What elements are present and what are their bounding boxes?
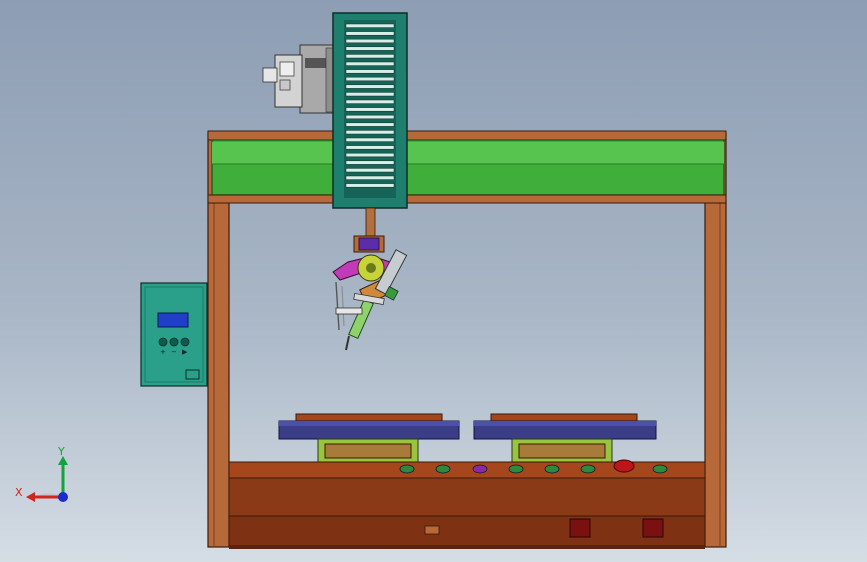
vent-slot [345,92,395,97]
axis-triad: Y X [15,445,68,502]
work-tray-left [278,413,460,463]
control-button-run[interactable] [180,337,190,347]
axis-x-label: X [15,486,23,499]
vent-slot [345,130,395,135]
vent-slot [345,54,395,59]
vent-slot [345,23,395,28]
control-label-minus: − [171,348,177,356]
operator-button[interactable] [580,464,596,474]
soldering-head-assembly [332,249,408,351]
z-axis-carriage [332,12,408,209]
operator-button[interactable] [472,464,488,474]
operator-button[interactable] [652,464,668,474]
axis-y-label: Y [57,445,65,458]
vent-slot [345,168,395,173]
operator-button[interactable] [435,464,451,474]
vent-slot [345,76,395,82]
vent-slot [345,38,395,44]
base-cabinet [228,461,706,549]
vent-slot [345,61,395,66]
operator-button[interactable] [544,464,560,474]
operator-button[interactable] [399,464,415,474]
control-button-minus[interactable] [169,337,179,347]
vent-slot [345,137,395,142]
vent-slot [345,31,395,36]
vent-slot [345,69,395,74]
servo-motor [262,44,335,114]
vent-slot [345,107,395,112]
tool-spindle [353,207,385,253]
vent-slot [345,99,395,104]
machine-drawing: + − ▶ Y X [15,12,727,549]
operator-button[interactable] [508,464,524,474]
vent-slot [345,152,395,158]
vent-slot [345,160,395,165]
control-box: + − ▶ [140,282,208,387]
cad-viewport: + − ▶ Y X [0,0,867,562]
vent-slot [345,183,395,188]
work-tray-right [473,413,657,463]
vent-slot [345,175,395,180]
control-label-run: ▶ [182,348,188,356]
drawer-handle[interactable] [424,525,440,535]
emergency-stop-button[interactable] [613,459,635,473]
control-display [157,312,189,328]
vent-slot [345,122,395,127]
vent-slot [345,114,395,120]
vent-slot [345,46,395,51]
control-label-plus: + [160,348,166,356]
vent-slot [345,84,395,89]
vent-slot [345,145,395,150]
top-cross-beam [207,130,727,204]
control-button-plus[interactable] [158,337,168,347]
